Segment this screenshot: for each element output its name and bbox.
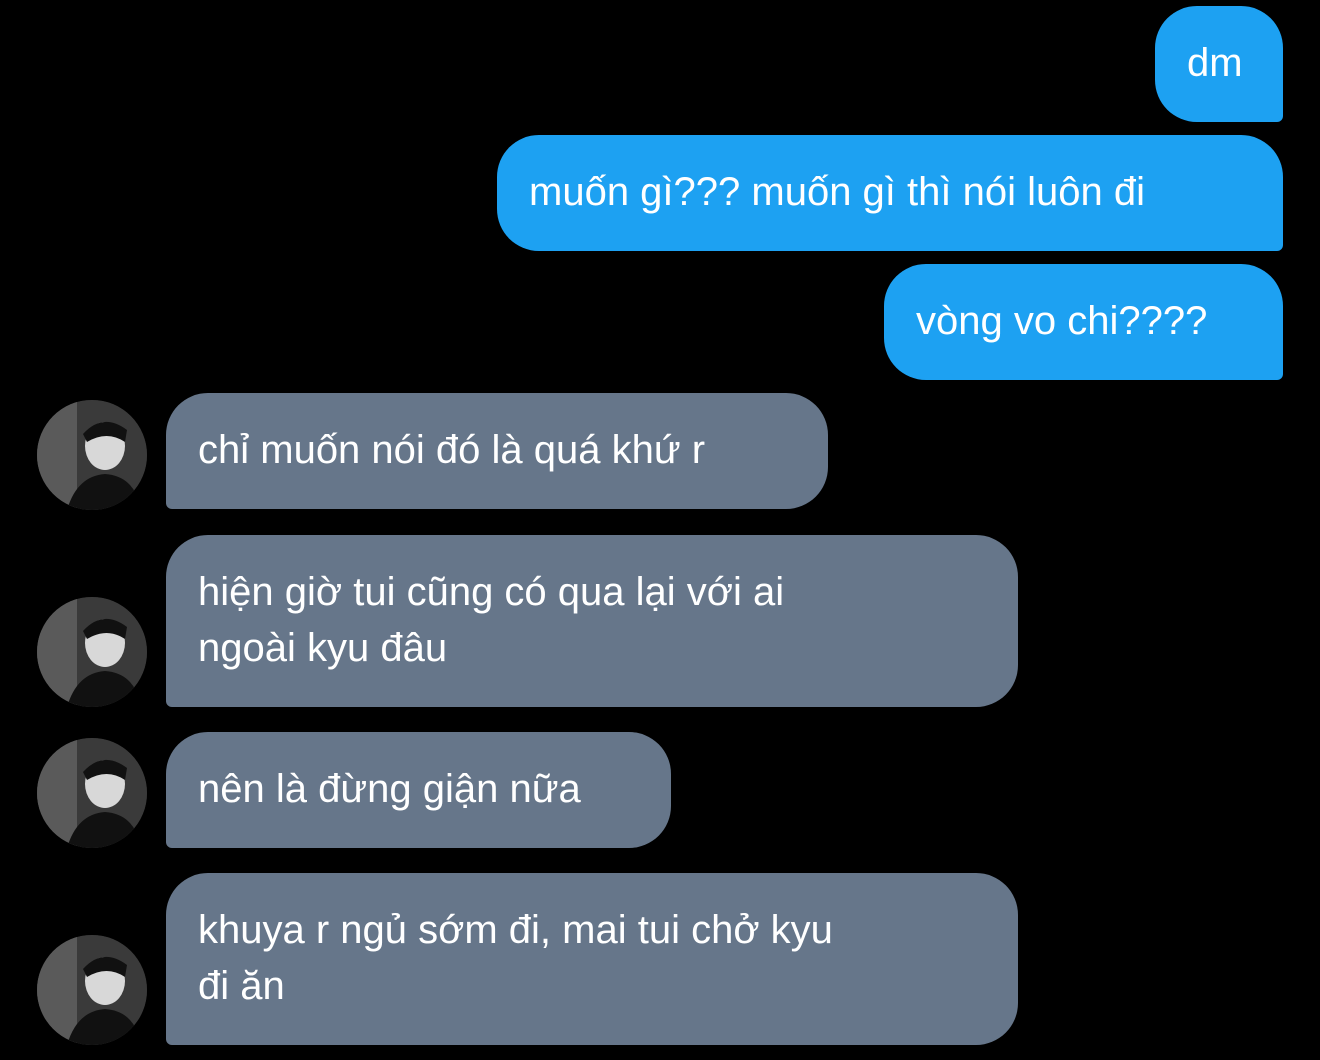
message-text-line-2: đi ăn — [198, 964, 285, 1008]
message-text-line-2: ngoài kyu đâu — [198, 626, 448, 670]
sent-message-3[interactable]: vòng vo chi???? — [884, 264, 1283, 380]
message-text-line-1: khuya r ngủ sớm đi, mai tui chở kyu — [198, 908, 833, 952]
avatar[interactable] — [37, 597, 147, 707]
avatar[interactable] — [37, 400, 147, 510]
received-message-4[interactable]: khuya r ngủ sớm đi, mai tui chở kyu đi ă… — [166, 873, 1018, 1045]
message-text: chỉ muốn nói đó là quá khứ r — [198, 428, 706, 472]
message-text: nên là đừng giận nữa — [198, 767, 581, 811]
avatar[interactable] — [37, 738, 147, 848]
message-text-line-1: hiện giờ tui cũng có qua lại với ai — [198, 570, 785, 614]
avatar-photo-icon — [37, 597, 147, 707]
received-message-2[interactable]: hiện giờ tui cũng có qua lại với ai ngoà… — [166, 535, 1018, 707]
avatar-photo-icon — [37, 935, 147, 1045]
received-message-1[interactable]: chỉ muốn nói đó là quá khứ r — [166, 393, 828, 509]
sent-message-1[interactable]: dm — [1155, 6, 1283, 122]
message-text: vòng vo chi???? — [916, 299, 1208, 343]
received-message-3[interactable]: nên là đừng giận nữa — [166, 732, 671, 848]
sent-message-2[interactable]: muốn gì??? muốn gì thì nói luôn đi — [497, 135, 1283, 251]
message-text: muốn gì??? muốn gì thì nói luôn đi — [529, 170, 1145, 214]
avatar-photo-icon — [37, 400, 147, 510]
avatar[interactable] — [37, 935, 147, 1045]
avatar-photo-icon — [37, 738, 147, 848]
message-text: dm — [1187, 41, 1243, 85]
